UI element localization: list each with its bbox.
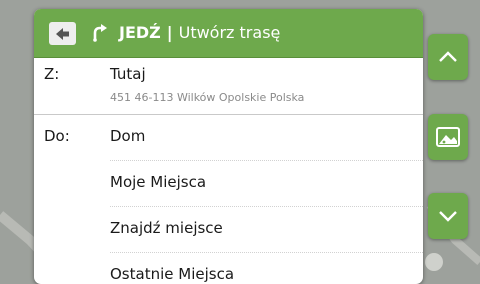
title-separator: | — [166, 23, 173, 42]
scroll-down-button[interactable] — [428, 193, 468, 239]
title-text: Utwórz trasę — [178, 23, 281, 42]
destination-option-recent-places[interactable]: Ostatnie Miejsca — [34, 253, 423, 284]
back-arrow-icon — [55, 27, 69, 40]
from-value: Tutaj — [110, 65, 146, 83]
from-row[interactable]: Z: Tutaj 451 46-113 Wilków Opolskie Pols… — [34, 57, 423, 114]
option-label: Dom — [110, 127, 146, 145]
option-label: Moje Miejsca — [110, 173, 207, 191]
option-label: Ostatnie Miejsca — [110, 265, 235, 283]
back-button[interactable] — [49, 22, 76, 45]
map-view-button[interactable] — [428, 114, 468, 160]
option-label: Znajdź miejsce — [110, 219, 223, 237]
map-view-icon — [436, 127, 460, 147]
chevron-down-icon — [439, 211, 457, 222]
destination-option-my-places[interactable]: Moje Miejsca — [34, 161, 423, 206]
destination-option-home[interactable]: Dom — [34, 115, 423, 160]
from-label: Z: — [44, 65, 60, 83]
route-dialog: JEDŹ | Utwórz trasę Z: Tutaj 451 46-113 Wi… — [34, 9, 423, 284]
destination-option-find-place[interactable]: Znajdź miejsce — [34, 207, 423, 252]
from-address: 451 46-113 Wilków Opolskie Polska — [110, 91, 305, 104]
page-title: JEDŹ | Utwórz trasę — [119, 23, 280, 42]
chevron-up-icon — [439, 51, 457, 62]
scroll-up-button[interactable] — [428, 34, 468, 80]
route-turn-icon — [93, 24, 107, 42]
title-bold: JEDŹ — [119, 23, 161, 42]
dialog-header: JEDŹ | Utwórz trasę — [34, 9, 423, 58]
